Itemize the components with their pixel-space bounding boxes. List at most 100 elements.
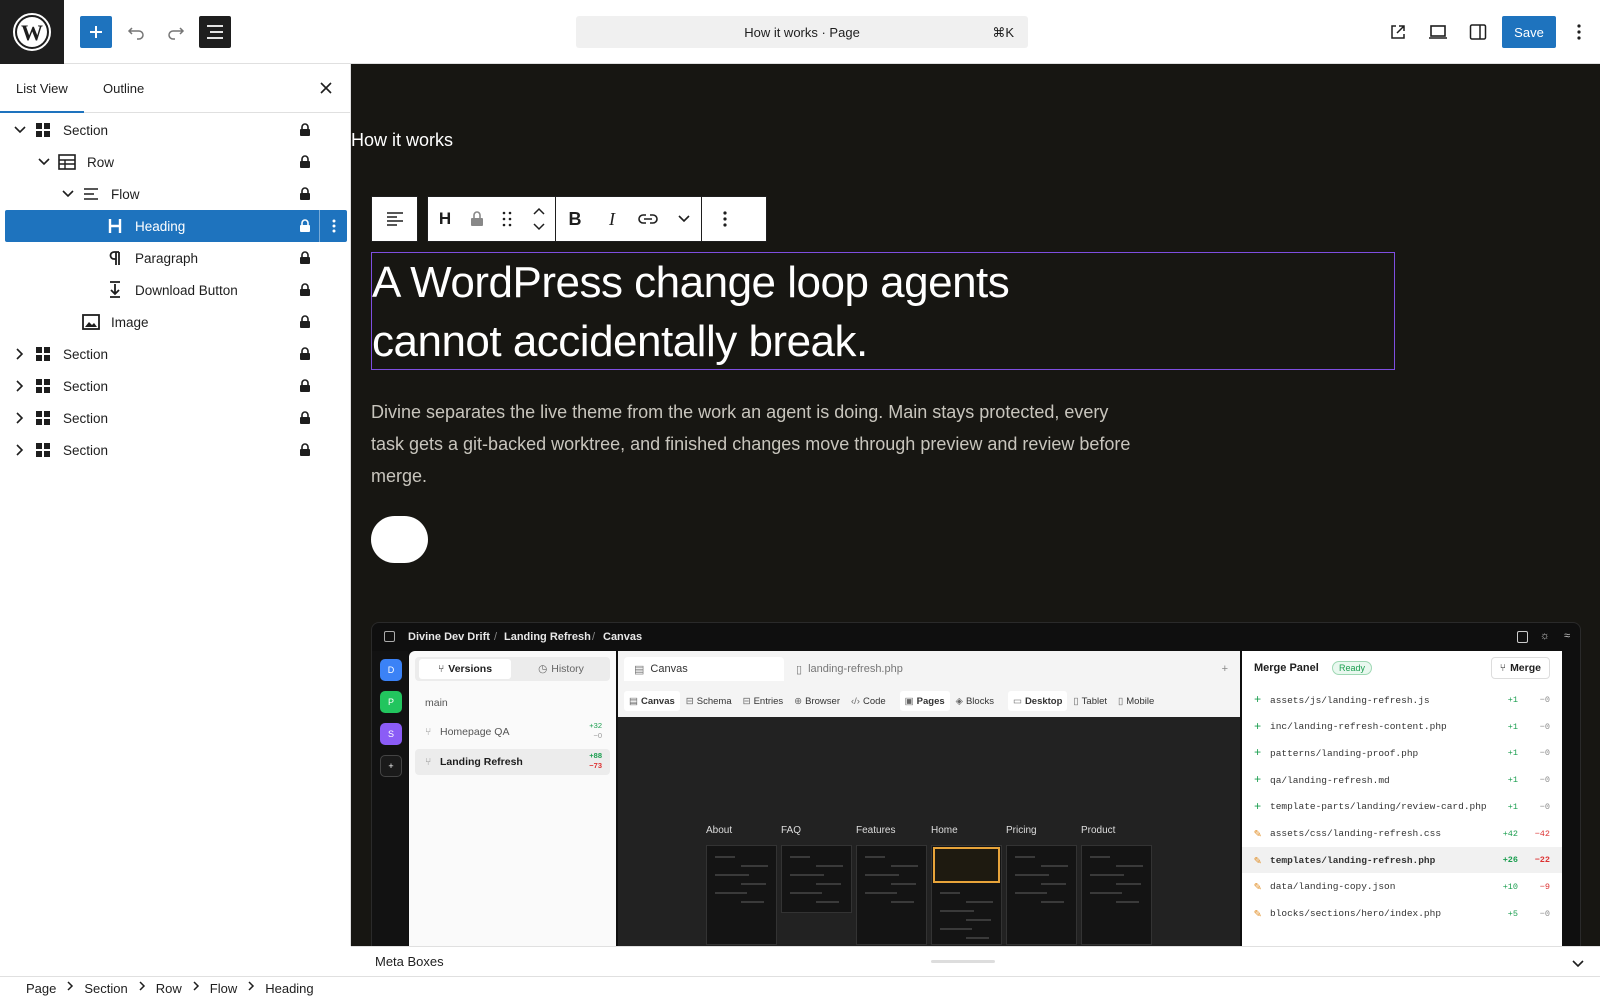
chevron-down-icon[interactable]	[13, 123, 27, 137]
undo-icon[interactable]	[120, 16, 152, 48]
drag-handle-icon[interactable]	[492, 197, 522, 241]
tree-item-section[interactable]: Section	[5, 114, 347, 146]
breadcrumb-page[interactable]: Page	[26, 981, 56, 996]
tree-item-section[interactable]: Section	[5, 402, 347, 434]
lock-icon[interactable]	[462, 197, 492, 241]
thumb-line	[1015, 856, 1035, 858]
app-tool-mobile: ▯ Mobile	[1118, 695, 1155, 707]
view-page-icon[interactable]	[1382, 16, 1414, 48]
save-button[interactable]: Save	[1502, 16, 1556, 48]
redo-icon[interactable]	[160, 16, 192, 48]
tool-icon: ▣	[904, 695, 914, 707]
bold-icon[interactable]: B	[556, 197, 594, 241]
thumb-line	[741, 901, 764, 903]
merge-file-additions: +5	[1507, 908, 1518, 919]
breadcrumb-heading[interactable]: Heading	[265, 981, 313, 996]
download-button[interactable]	[371, 516, 428, 563]
lock-icon	[299, 219, 311, 233]
chevron-down-icon[interactable]	[61, 187, 75, 201]
thumb-label-product: Product	[1081, 825, 1116, 836]
item-options-icon[interactable]	[319, 210, 347, 242]
tree-item-section[interactable]: Section	[5, 370, 347, 402]
merge-file-additions: +10	[1502, 881, 1518, 892]
chevron-right-icon[interactable]	[13, 379, 27, 393]
tree-item-section[interactable]: Section	[5, 434, 347, 466]
rail-avatar-d: D	[380, 659, 402, 681]
block-options-icon[interactable]	[702, 197, 748, 241]
options-menu-icon[interactable]	[1564, 16, 1594, 48]
app-breadcrumb-bar: Divine Dev Drift / Landing Refresh / Can…	[372, 623, 1580, 651]
page-title[interactable]: How it works	[351, 130, 453, 151]
move-up-down-icon[interactable]	[522, 197, 556, 241]
merge-status-badge: Ready	[1332, 661, 1373, 675]
tree-item-row[interactable]: Row	[5, 146, 347, 178]
app-tab-canvas: ▤ Canvas	[624, 657, 784, 681]
hero-heading[interactable]: A WordPress change loop agents cannot ac…	[371, 252, 1395, 370]
added-file-icon: +	[1254, 746, 1262, 761]
tab-list-view[interactable]: List View	[0, 64, 84, 113]
tool-icon: ⊕	[794, 695, 803, 707]
tree-item-image[interactable]: Image	[5, 306, 347, 338]
resize-handle[interactable]	[931, 960, 995, 963]
close-icon[interactable]	[316, 78, 336, 98]
tree-item-label: Heading	[135, 218, 186, 234]
thumb-line	[891, 883, 916, 885]
tree-item-heading[interactable]: Heading	[5, 210, 347, 242]
chevron-right-icon[interactable]	[13, 443, 27, 457]
chevron-right-icon[interactable]	[13, 347, 27, 361]
tool-icon: ▯	[1118, 695, 1124, 707]
thumb-line	[790, 874, 824, 876]
device-preview-icon[interactable]	[1422, 16, 1454, 48]
heading-type-icon[interactable]: H	[428, 197, 462, 241]
app-tool-blocks: ◈ Blocks	[955, 695, 994, 707]
thumb-label-home: Home	[931, 825, 958, 836]
modified-file-icon: ✎	[1254, 907, 1262, 922]
merge-file-deletions: −0	[1539, 695, 1550, 705]
merge-file-additions: +42	[1502, 828, 1518, 839]
merge-file-name: assets/js/landing-refresh.js	[1270, 694, 1430, 706]
rail-avatar-s: S	[380, 723, 402, 745]
align-left-icon[interactable]	[372, 197, 417, 241]
document-title-bar[interactable]: How it works · Page ⌘K	[576, 16, 1028, 48]
hero-paragraph[interactable]: Divine separates the live theme from the…	[371, 396, 1131, 492]
merge-file-row: ✎ data/landing-copy.json +10 −9	[1242, 874, 1562, 900]
app-crumb-project: Divine Dev Drift	[408, 631, 490, 643]
chevron-right-icon[interactable]	[13, 411, 27, 425]
document-overview-icon[interactable]	[199, 16, 231, 48]
app-tool-canvas: ▤ Canvas	[624, 691, 680, 711]
chevron-down-icon[interactable]	[666, 197, 702, 241]
merge-file-deletions: −0	[1539, 748, 1550, 759]
tree-item-label: Image	[111, 314, 149, 330]
sun-icon: ☼	[1539, 630, 1550, 642]
italic-icon[interactable]: I	[594, 197, 630, 241]
breadcrumb-flow[interactable]: Flow	[210, 981, 237, 996]
meta-boxes-panel[interactable]: Meta Boxes	[351, 946, 1600, 976]
tree-item-download-button[interactable]: Download Button	[5, 274, 347, 306]
settings-sidebar-icon[interactable]	[1462, 16, 1494, 48]
thumb-line	[940, 892, 960, 894]
chevron-down-icon[interactable]	[1572, 956, 1584, 971]
document-title: How it works · Page	[744, 24, 860, 40]
tab-outline[interactable]: Outline	[87, 64, 160, 113]
lock-icon	[299, 283, 311, 297]
app-rail: D P S +	[372, 651, 408, 946]
app-preview-image[interactable]: Divine Dev Drift / Landing Refresh / Can…	[371, 622, 1581, 946]
page-thumbnail	[1081, 845, 1152, 945]
tree-item-paragraph[interactable]: Paragraph	[5, 242, 347, 274]
tree-item-flow[interactable]: Flow	[5, 178, 347, 210]
merge-panel-title: Merge Panel	[1254, 662, 1319, 674]
merge-file-row: ✎ assets/css/landing-refresh.css +42 −42	[1242, 821, 1562, 847]
wordpress-logo-icon[interactable]: W	[0, 0, 64, 64]
thumb-line	[1041, 883, 1066, 885]
breadcrumb-section[interactable]: Section	[84, 981, 127, 996]
app-branch-row: ⑂ Homepage QA +32 −0	[425, 721, 602, 740]
tree-item-section[interactable]: Section	[5, 338, 347, 370]
thumb-line	[715, 874, 749, 876]
app-tab-file: ▯ landing-refresh.php	[796, 663, 903, 676]
chevron-down-icon[interactable]	[37, 155, 51, 169]
thumb-line	[1041, 901, 1064, 903]
link-icon[interactable]	[630, 197, 666, 241]
breadcrumb-row[interactable]: Row	[156, 981, 182, 996]
thumb-line	[741, 883, 766, 885]
add-block-icon[interactable]	[80, 16, 112, 48]
